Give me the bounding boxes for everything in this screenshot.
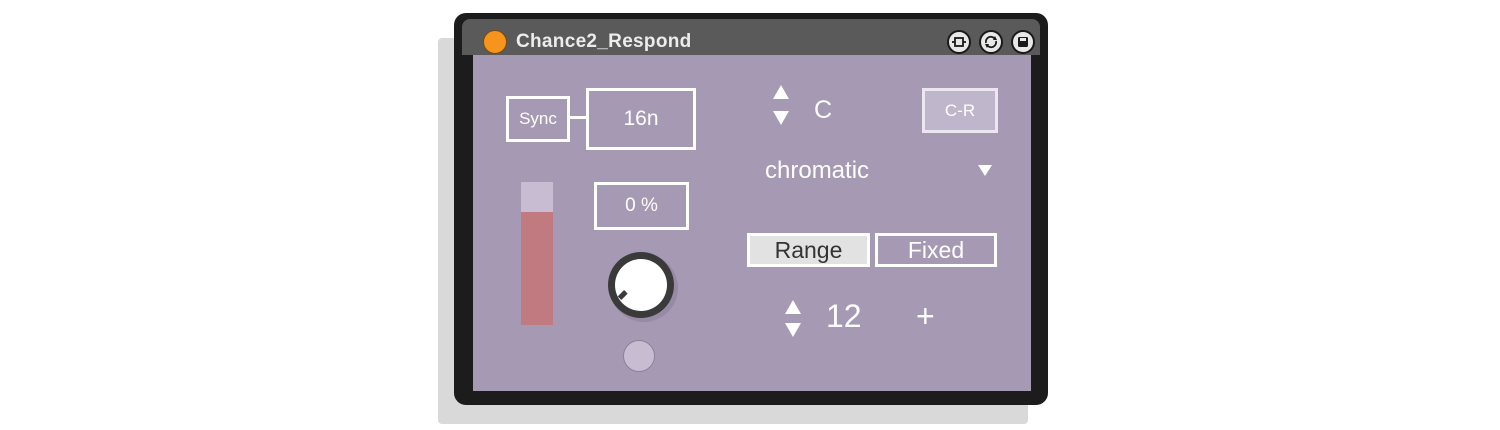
sync-connector <box>570 116 586 119</box>
level-meter-fill <box>521 212 553 325</box>
device-panel: Sync 16n 0 % C C-R chromatic Range Fixed… <box>473 55 1031 391</box>
refresh-icon[interactable] <box>979 30 1003 54</box>
device-titlebar: Chance2_Respond <box>462 19 1040 55</box>
device-toggle-button[interactable] <box>483 30 507 54</box>
scale-mode-value: chromatic <box>765 157 870 184</box>
amount-down-arrow-icon[interactable] <box>785 323 801 337</box>
amount-knob[interactable] <box>598 240 688 330</box>
save-icon[interactable] <box>1011 30 1035 54</box>
device-frame: Chance2_Respond Sync 16n 0 % C C-R chrom… <box>454 13 1048 405</box>
device-title: Chance2_Respond <box>516 31 692 52</box>
mod-circle-button[interactable] <box>623 340 655 372</box>
percent-value-box[interactable]: 0 % <box>594 182 689 230</box>
pin-icon[interactable] <box>947 30 971 54</box>
range-amount-value: 12 <box>826 298 862 334</box>
root-up-arrow-icon[interactable] <box>773 85 789 99</box>
root-down-arrow-icon[interactable] <box>773 111 789 125</box>
range-mode-option-fixed[interactable]: Fixed <box>875 233 997 267</box>
range-mode-option-range[interactable]: Range <box>747 233 870 267</box>
scale-mode-dropdown[interactable]: chromatic <box>758 155 998 189</box>
chevron-down-icon <box>978 165 992 176</box>
plus-button[interactable]: + <box>916 298 935 335</box>
root-note-value: C <box>814 96 833 124</box>
rate-value-box[interactable]: 16n <box>586 88 696 150</box>
amount-up-arrow-icon[interactable] <box>785 300 801 314</box>
sync-toggle-button[interactable]: Sync <box>506 96 570 142</box>
level-meter <box>521 182 553 325</box>
cr-button[interactable]: C-R <box>922 88 998 133</box>
